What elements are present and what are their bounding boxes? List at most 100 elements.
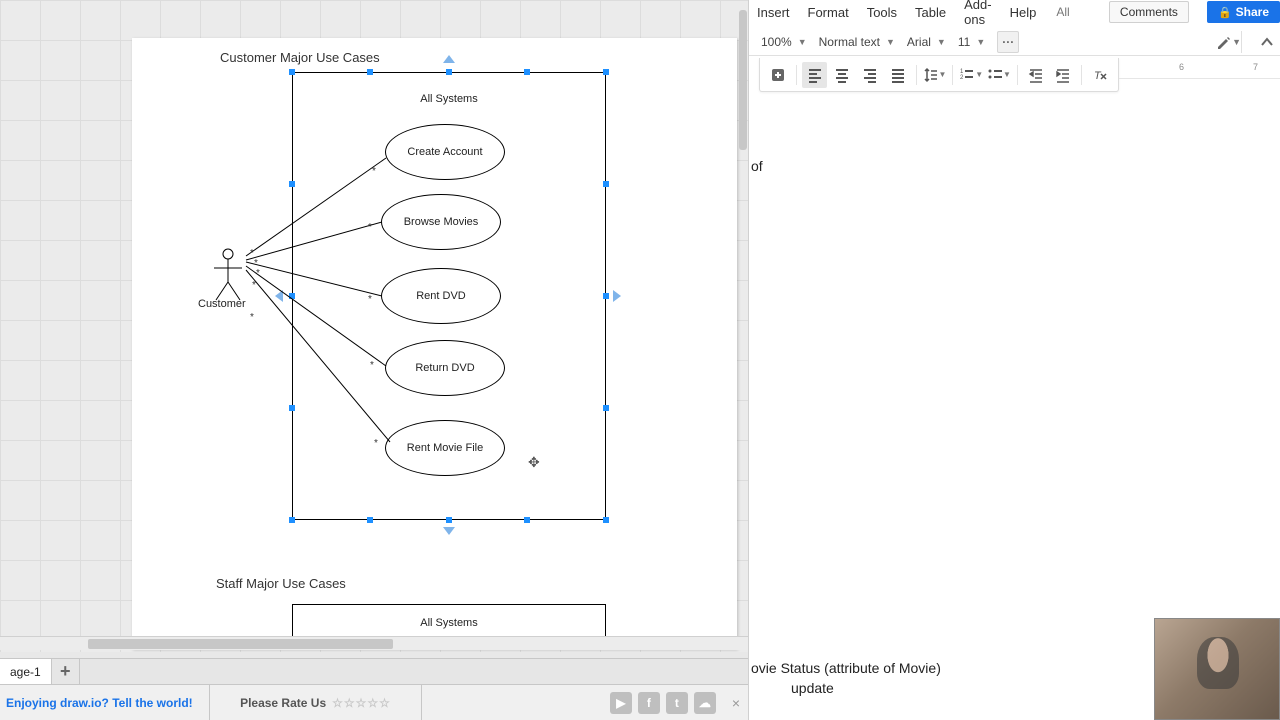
more-icon: ··· <box>1002 35 1014 49</box>
caret-down-icon: ▼ <box>939 70 947 79</box>
rate-us[interactable]: Please Rate Us ☆☆☆☆☆ <box>210 685 422 720</box>
facebook-icon[interactable]: f <box>638 692 660 714</box>
comments-button[interactable]: Comments <box>1109 1 1189 23</box>
doc-text-fragment: of <box>751 158 763 174</box>
increase-indent-button[interactable] <box>1051 62 1077 88</box>
drawio-canvas[interactable]: Customer Major Use Cases Staff Major Use… <box>0 0 748 652</box>
association-lines <box>0 0 748 648</box>
align-left-icon <box>807 67 823 83</box>
hide-menus-button[interactable] <box>1254 31 1280 53</box>
add-page-button[interactable]: + <box>52 659 80 684</box>
share-button[interactable]: 🔒 Share <box>1207 1 1280 23</box>
line-spacing-button[interactable]: ▼ <box>922 62 948 88</box>
align-center-button[interactable] <box>829 62 855 88</box>
multiplicity: * <box>256 268 260 279</box>
menu-help[interactable]: Help <box>1010 5 1037 20</box>
multiplicity: * <box>368 294 372 305</box>
decrease-indent-button[interactable] <box>1023 62 1049 88</box>
multiplicity: * <box>370 360 374 371</box>
lock-icon: 🔒 <box>1218 6 1232 19</box>
toolbar-more-button[interactable]: ··· <box>997 31 1019 53</box>
multiplicity: * <box>252 280 256 291</box>
align-right-button[interactable] <box>857 62 883 88</box>
bulleted-list-button[interactable]: ▼ <box>986 62 1012 88</box>
svg-text:T: T <box>1094 70 1102 82</box>
menu-addons[interactable]: Add-ons <box>964 0 991 27</box>
drawio-panel: Customer Major Use Cases Staff Major Use… <box>0 0 748 720</box>
align-left-button[interactable] <box>802 62 828 88</box>
rating-stars-icon[interactable]: ☆☆☆☆☆ <box>332 696 391 710</box>
editing-mode-button[interactable]: ▼ <box>1216 31 1242 53</box>
zoom-value: 100% <box>761 35 792 49</box>
menu-format[interactable]: Format <box>808 5 849 20</box>
pencil-icon <box>1216 34 1230 50</box>
docs-ruler[interactable]: 6 7 <box>1119 59 1280 79</box>
caret-down-icon: ▼ <box>886 37 895 47</box>
zoom-dropdown[interactable]: 100% ▼ <box>761 35 807 49</box>
ruler-tick: 6 <box>1179 62 1184 72</box>
multiplicity: * <box>374 438 378 449</box>
webcam-overlay <box>1154 618 1280 720</box>
menu-insert[interactable]: Insert <box>757 5 790 20</box>
close-icon: × <box>732 695 740 711</box>
comments-label: Comments <box>1120 5 1178 19</box>
save-status: All change… <box>1056 5 1073 19</box>
chevron-up-icon <box>1260 35 1274 49</box>
docs-toolbar-primary: 100% ▼ Normal text ▼ Arial ▼ 11 ▼ ··· ▼ <box>749 28 1280 56</box>
page-tab[interactable]: age-1 <box>0 659 52 684</box>
share-label: Share <box>1236 5 1269 19</box>
clear-format-icon: T <box>1092 67 1108 83</box>
github-icon[interactable]: ☁ <box>694 692 716 714</box>
drawio-statusbar: Enjoying draw.io? Tell the world! Please… <box>0 684 748 720</box>
youtube-icon[interactable]: ▶ <box>610 692 632 714</box>
plus-icon: + <box>60 661 71 682</box>
svg-text:2: 2 <box>960 75 964 81</box>
doc-text-line: ovie Status (attribute of Movie) <box>751 660 941 676</box>
size-value: 11 <box>958 35 970 49</box>
add-comment-icon <box>770 67 786 83</box>
canvas-vertical-scrollbar[interactable] <box>736 0 748 648</box>
twitter-icon[interactable]: t <box>666 692 688 714</box>
align-justify-icon <box>890 67 906 83</box>
caret-down-icon: ▼ <box>1232 37 1241 47</box>
scrollbar-thumb[interactable] <box>739 10 747 150</box>
promo-label: Enjoying draw.io? Tell the world! <box>6 696 193 710</box>
doc-text-line: update <box>791 680 834 696</box>
paragraph-style-dropdown[interactable]: Normal text ▼ <box>819 35 895 49</box>
ruler-tick: 7 <box>1253 62 1258 72</box>
font-family-dropdown[interactable]: Arial ▼ <box>907 35 946 49</box>
docs-menubar: Insert Format Tools Table Add-ons Help A… <box>749 0 1280 24</box>
caret-down-icon: ▼ <box>1003 70 1011 79</box>
line-spacing-icon <box>923 67 939 83</box>
system-boundary-staff-label: All Systems <box>293 617 605 629</box>
promo-link[interactable]: Enjoying draw.io? Tell the world! <box>0 685 210 720</box>
menu-tools[interactable]: Tools <box>867 5 897 20</box>
caret-down-icon: ▼ <box>798 37 807 47</box>
decrease-indent-icon <box>1028 67 1044 83</box>
align-center-icon <box>834 67 850 83</box>
google-docs-panel: Insert Format Tools Table Add-ons Help A… <box>748 0 1280 720</box>
caret-down-icon: ▼ <box>937 37 946 47</box>
style-value: Normal text <box>819 35 880 49</box>
clear-formatting-button[interactable]: T <box>1087 62 1113 88</box>
menu-table[interactable]: Table <box>915 5 946 20</box>
add-comment-button[interactable] <box>765 62 791 88</box>
multiplicity: * <box>368 222 372 233</box>
drawio-tabbar: age-1 + <box>0 658 748 684</box>
move-cursor-icon: ✥ <box>528 454 540 471</box>
font-size-dropdown[interactable]: 11 ▼ <box>958 35 985 49</box>
page-tab-label: age-1 <box>10 665 41 679</box>
multiplicity: * <box>372 166 376 177</box>
close-promo-button[interactable]: × <box>724 695 748 711</box>
scrollbar-thumb[interactable] <box>88 639 393 649</box>
docs-toolbar-secondary: ▼ 12▼ ▼ T <box>759 58 1119 92</box>
multiplicity: * <box>250 312 254 323</box>
canvas-horizontal-scrollbar[interactable] <box>0 636 748 650</box>
bulleted-list-icon <box>987 67 1003 83</box>
font-value: Arial <box>907 35 931 49</box>
caret-down-icon: ▼ <box>976 37 985 47</box>
align-justify-button[interactable] <box>885 62 911 88</box>
social-icons: ▶ f t ☁ <box>610 692 724 714</box>
numbered-list-button[interactable]: 12▼ <box>958 62 984 88</box>
align-right-icon <box>862 67 878 83</box>
